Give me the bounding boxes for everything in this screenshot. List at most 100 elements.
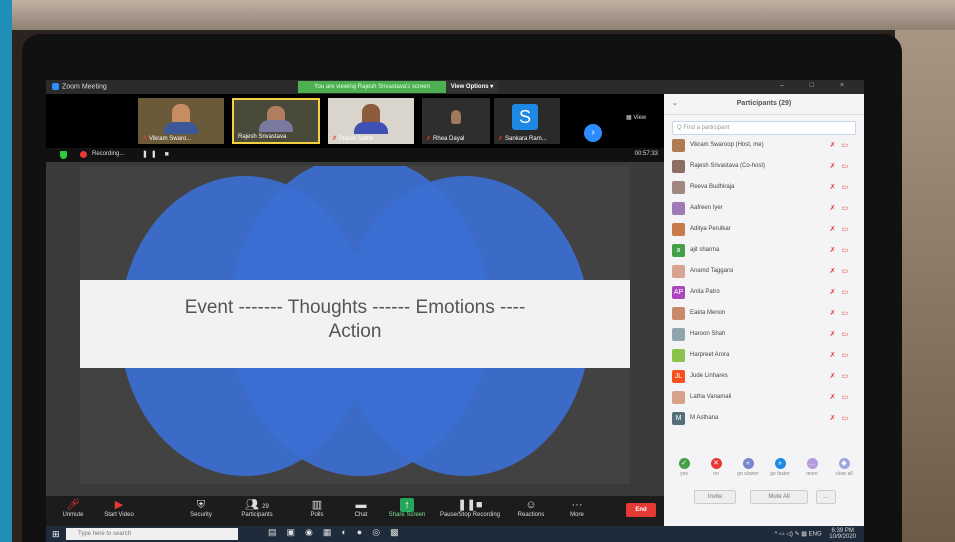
participants-panel: ⌄ Participants (29) Q Find a participant … [664,94,864,526]
participant-name: ajit sharma [690,247,720,253]
participant-avatar: a [672,244,685,257]
participant-name: Vikram Swaroop (Host, me) [690,142,764,148]
more-button[interactable]: ··· More [552,498,602,518]
reaction-go-faster[interactable]: » go faster [766,458,794,477]
invite-button[interactable]: Invite [694,490,736,504]
slide-title-line2: Action [328,321,382,342]
participant-row[interactable]: JL Jude Linhares ✗ ▭ [664,367,864,388]
more-label: More [570,512,584,518]
reaction-more[interactable]: … more [798,458,826,477]
reaction-yes[interactable]: ✓ yes [670,458,698,477]
participant-face [451,110,461,124]
participant-name: Anamd Taggarsi [690,268,734,274]
reaction-slower-label: go slower [737,471,759,477]
chevron-down-icon[interactable]: ⌄ [672,94,678,114]
participants-button[interactable]: 👥︎ 29 Participants [232,498,282,518]
mic-video-muted-icon: ✗ ▭ [829,142,850,149]
video-tile-name: ✗ Rhea Dayal [426,135,464,142]
polls-button[interactable]: ▥ Polls [292,498,342,518]
mic-muted-icon: 🎤︎ [66,499,80,511]
panel-more-button[interactable]: … [816,490,836,504]
chat-button[interactable]: ▬ Chat [336,498,386,518]
reaction-go-slower[interactable]: « go slower [734,458,762,477]
participant-row[interactable]: Rajesh Srivastava (Co-host) ✗ ▭ [664,157,864,178]
security-button[interactable]: ⛨ Security [176,498,226,518]
next-page-icon[interactable]: › [584,124,602,142]
participants-count: 29 [262,504,269,510]
participant-row[interactable]: Vikram Swaroop (Host, me) ✗ ▭ [664,136,864,157]
start-video-label: Start Video [104,512,134,518]
participant-search-input[interactable]: Q Find a participant [672,121,856,135]
participant-avatar: M [672,412,685,425]
mic-video-muted-icon: ✗ ▭ [829,415,850,422]
participant-row[interactable]: Harpreet Arora ✗ ▭ [664,346,864,367]
background-shelf-right [895,30,955,542]
participant-name: Rajesh Srivastava (Co-host) [690,163,766,169]
pause-stop-icon: ❚❚■ [457,499,483,511]
participant-avatar [672,265,685,278]
participant-name: Latha Vanamali [690,394,732,400]
end-meeting-button[interactable]: End [626,503,656,517]
video-tile-name: ✗ Vikram Swaro... [142,135,191,142]
participant-avatar: S [512,104,538,130]
participant-row[interactable]: M M Asthana ✗ ▭ [664,409,864,430]
video-tile-active-speaker[interactable]: Rajesh Srivastava [232,98,320,144]
language-indicator[interactable]: ENG [809,532,822,538]
fast-forward-icon: » [774,458,786,469]
participant-avatar [672,181,685,194]
video-tile[interactable]: ✗ Rhea Dayal [422,98,490,144]
video-tile[interactable]: ✗ Vikram Swaro... [138,98,224,144]
participant-row[interactable]: Anamd Taggarsi ✗ ▭ [664,262,864,283]
start-video-button[interactable]: ▶︎ Start Video [94,498,144,518]
participant-row[interactable]: Reeva Budhiraja ✗ ▭ [664,178,864,199]
encryption-shield-icon [60,151,67,159]
mic-video-muted-icon: ✗ ▭ [829,352,850,359]
people-icon: 👥︎ 29 [245,499,269,511]
participant-row[interactable]: a ajit sharma ✗ ▭ [664,241,864,262]
video-tile[interactable]: ✗ Pravin Sathe [328,98,414,144]
participant-row[interactable]: Aditya Perulkar ✗ ▭ [664,220,864,241]
participant-row[interactable]: Aafreen Iyer ✗ ▭ [664,199,864,220]
windows-start-icon[interactable]: ⊞ [52,529,60,540]
reaction-no[interactable]: ✕ no [702,458,730,477]
mic-muted-icon: ✗ [498,136,504,142]
taskbar-search-input[interactable]: Type here to search [66,528,238,540]
share-screen-button[interactable]: ↑ Share Screen [382,498,432,518]
video-tile[interactable]: S ✗ Sankara Ram... [494,98,560,144]
share-screen-label: Share Screen [388,512,426,518]
pause-stop-recording-button[interactable]: ❚❚■ Pause/Stop Recording [430,498,510,518]
unmute-button[interactable]: 🎤︎ Unmute [48,498,98,518]
more-icon: … [806,458,818,469]
reaction-clear-all[interactable]: ◆ clear all [830,458,858,477]
taskbar-pinned-apps[interactable]: ▤▣◉▦◐●◎▩ [268,527,409,538]
nonverbal-feedback-bar: ✓ yes ✕ no « go slower » go faster … more ◆ cl… [664,454,864,484]
reaction-no-label: no [713,471,719,477]
reactions-button[interactable]: ☺ Reactions [506,498,556,518]
window-controls[interactable]: – □ × [780,82,856,89]
participant-row[interactable]: Eakta Menon ✗ ▭ [664,304,864,325]
recording-controls[interactable]: ❚❚ ■ [142,150,172,158]
chat-icon: ▬ [355,499,367,511]
view-options-button[interactable]: View Options ▾ [446,81,498,93]
participant-row[interactable]: Haroon Shah ✗ ▭ [664,325,864,346]
slide-title-line1: Event ------- Thoughts ------ Emotions -… [184,297,526,318]
security-label: Security [190,512,212,518]
mic-video-muted-icon: ✗ ▭ [829,331,850,338]
participant-row[interactable]: AP Anita Patro ✗ ▭ [664,283,864,304]
tile-label: Rajesh Srivastava [238,134,287,140]
clock[interactable]: 6:39 PM 10/9/2020 [829,528,856,540]
participant-avatar [672,307,685,320]
background-wall-top [12,0,955,30]
participant-row[interactable]: Latha Vanamali ✗ ▭ [664,388,864,409]
participant-body [259,120,293,132]
participant-name: Harpreet Arora [690,352,730,358]
mic-video-muted-icon: ✗ ▭ [829,394,850,401]
participant-name: M Asthana [690,415,719,421]
tray-icons[interactable]: ^ ▭ ◁) ✎ ▦ [774,532,806,538]
mute-all-button[interactable]: Mute All [750,490,808,504]
tile-label: Sankara Ram... [505,136,547,142]
recording-dot-icon [80,151,87,158]
video-tile-name: ✗ Pravin Sathe [332,135,373,142]
participant-name: Aditya Perulkar [690,226,731,232]
view-button[interactable]: ▦ View [626,114,646,121]
